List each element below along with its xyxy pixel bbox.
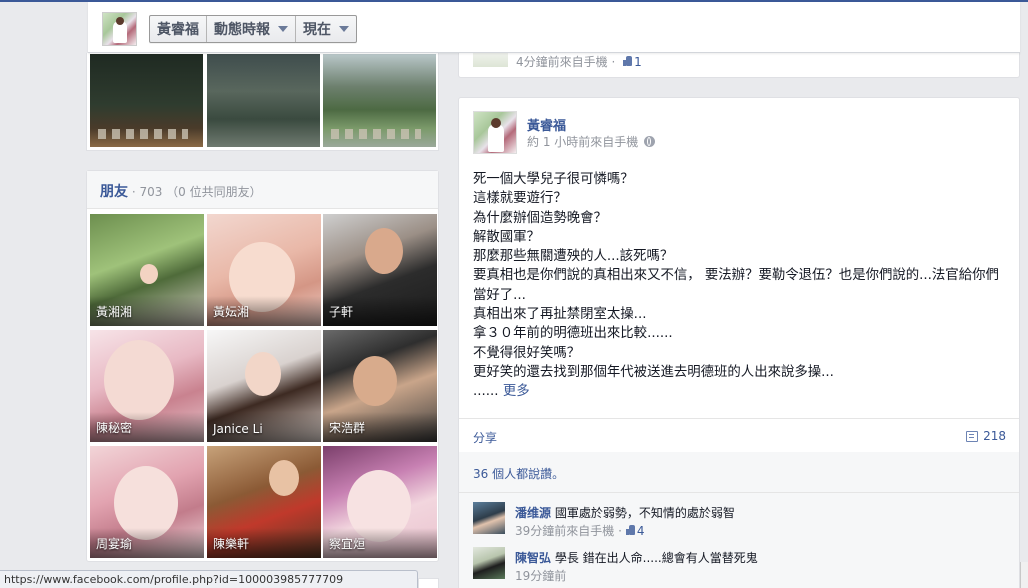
post-line: 不覺得很好笑嗎？ <box>473 345 581 361</box>
timeline-label: 動態時報 <box>214 22 270 38</box>
story-meta: 約 1 小時前來自手機 <box>527 133 656 150</box>
commenter-name[interactable]: 潘维源 <box>515 506 551 520</box>
author-name[interactable]: 黃睿福 <box>527 115 566 134</box>
friend-tile[interactable]: 周宴瑜 <box>90 446 204 558</box>
now-dropdown[interactable]: 現在 <box>296 16 356 42</box>
post-line-more: ...... 更多 <box>473 382 1008 401</box>
share-link[interactable]: 分享 <box>473 429 497 446</box>
post-line: 死一個大學兒子很可憐嗎？ <box>473 172 634 187</box>
photo-thumbnail[interactable] <box>90 54 203 147</box>
friend-tile[interactable]: 察宜烜 <box>323 446 437 558</box>
post-line: 更好笑的還去找到那個年代被送進去明德班的人出來說多操... <box>473 364 834 380</box>
commenter-name[interactable]: 陳智弘 <box>515 551 551 565</box>
comment-time[interactable]: 19分鐘前 <box>515 567 566 584</box>
scrollbar[interactable] <box>1020 562 1028 588</box>
feedback-section: 36 個人都說讚。 潘维源 國軍處於弱勢，不知情的處於弱智 39分鐘前來自手機 … <box>459 452 1019 588</box>
friend-tile[interactable]: 黃妘湘 <box>207 214 321 326</box>
friends-count: · 703 （0 位共同朋友） <box>128 185 262 199</box>
post-line: 要真相也是你們說的真相出來又不信， 要法辦？要勒令退伍？也是你們說的...法官給… <box>473 268 999 303</box>
photos-card <box>86 53 439 151</box>
friend-name: 陳樂軒 <box>213 537 250 551</box>
ellipsis: ...... <box>473 384 499 400</box>
commenter-avatar[interactable] <box>473 502 505 534</box>
previous-story-meta: 4分鐘前來自手機 · 1 <box>516 55 642 69</box>
friend-name: 黃妘湘 <box>213 305 250 319</box>
friend-name: 黃湘湘 <box>96 305 133 319</box>
profile-name-button[interactable]: 黃睿福 <box>150 16 207 42</box>
friends-header: 朋友 · 703 （0 位共同朋友） <box>87 171 438 209</box>
previous-story-time[interactable]: 4分鐘前來自手機 <box>516 55 608 69</box>
browser-status-bar: https://www.facebook.com/profile.php?id=… <box>0 570 418 588</box>
timeline-dropdown[interactable]: 動態時報 <box>207 16 296 42</box>
comment-body: 學長 錯在出人命.....總會有人當替死鬼 <box>554 551 758 565</box>
divider <box>459 492 1019 493</box>
comment-meta: 39分鐘前來自手機 · 4 <box>515 522 645 539</box>
divider <box>459 418 1019 419</box>
photo-thumbnail[interactable] <box>323 54 436 147</box>
like-icon <box>625 524 635 535</box>
globe-icon[interactable] <box>644 136 656 147</box>
story-timestamp[interactable]: 約 1 小時前來自手機 <box>527 133 638 150</box>
friend-name: 察宜烜 <box>329 537 366 551</box>
friend-tile[interactable]: 黃湘湘 <box>90 214 204 326</box>
comment-text: 潘维源 國軍處於弱勢，不知情的處於弱智 <box>515 504 735 521</box>
see-more-link[interactable]: 更多 <box>503 384 530 399</box>
comment-count[interactable]: 218 <box>966 429 1006 443</box>
post-line: 真相出來了再扯禁閉室太操... <box>473 307 647 323</box>
friend-name: 陳秘密 <box>96 421 133 435</box>
friend-tile[interactable]: 宋浩群 <box>323 330 437 442</box>
comment-icon <box>966 430 979 442</box>
friend-tile[interactable]: 陳樂軒 <box>207 446 321 558</box>
header-avatar[interactable] <box>102 12 137 46</box>
post-line: 解散國軍？ <box>473 229 540 245</box>
sticky-profile-header: 黃睿福 動態時報 現在 <box>88 2 1020 53</box>
commenter-avatar[interactable] <box>473 547 505 579</box>
comment-likes[interactable]: 4 <box>622 524 645 538</box>
chevron-down-icon <box>278 26 288 32</box>
like-icon <box>623 56 633 66</box>
previous-story-likes[interactable]: 1 <box>619 55 642 69</box>
post-line: 拿３０年前的明德班出來比較...... <box>473 326 673 342</box>
story-card: 黃睿福 約 1 小時前來自手機 死一個大學兒子很可憐嗎？ 這樣就要遊行？ 為什麼… <box>458 97 1020 588</box>
chevron-down-icon <box>339 26 349 32</box>
post-line: 為什麼辦個造勢晚會？ <box>473 210 607 226</box>
author-avatar[interactable] <box>473 111 517 154</box>
comment-text: 陳智弘 學長 錯在出人命.....總會有人當替死鬼 <box>515 549 758 566</box>
photo-thumbnail[interactable] <box>207 54 320 147</box>
likes-summary[interactable]: 36 個人都說讚。 <box>473 465 564 482</box>
comment-time[interactable]: 39分鐘前來自手機 · <box>515 522 622 539</box>
comment-meta: 19分鐘前 <box>515 567 566 584</box>
post-body: 死一個大學兒子很可憐嗎？ 這樣就要遊行？ 為什麼辦個造勢晚會？ 解散國軍？ 那麼… <box>473 170 1008 402</box>
friends-card: 朋友 · 703 （0 位共同朋友） 黃湘湘 黃妘湘 子軒 陳秘密 Janice… <box>86 170 439 562</box>
friend-name: Janice Li <box>213 422 263 436</box>
comment-count-value: 218 <box>983 429 1006 443</box>
post-line: 這樣就要遊行？ <box>473 191 567 207</box>
friends-title[interactable]: 朋友 <box>100 184 128 200</box>
header-button-group: 黃睿福 動態時報 現在 <box>149 15 357 43</box>
previous-story: 4分鐘前來自手機 · 1 <box>458 53 1020 78</box>
friend-tile[interactable]: Janice Li <box>207 330 321 442</box>
friend-name: 宋浩群 <box>329 421 366 435</box>
next-card-edge <box>418 578 439 588</box>
friend-tile[interactable]: 子軒 <box>323 214 437 326</box>
friend-name: 子軒 <box>329 305 354 319</box>
post-line: 那麼那些無關遭殃的人...該死嗎？ <box>473 249 674 265</box>
comment-body: 國軍處於弱勢，不知情的處於弱智 <box>554 506 735 520</box>
friend-tile[interactable]: 陳秘密 <box>90 330 204 442</box>
now-label: 現在 <box>303 22 331 38</box>
friend-name: 周宴瑜 <box>96 537 133 551</box>
previous-story-avatar[interactable] <box>473 53 508 67</box>
